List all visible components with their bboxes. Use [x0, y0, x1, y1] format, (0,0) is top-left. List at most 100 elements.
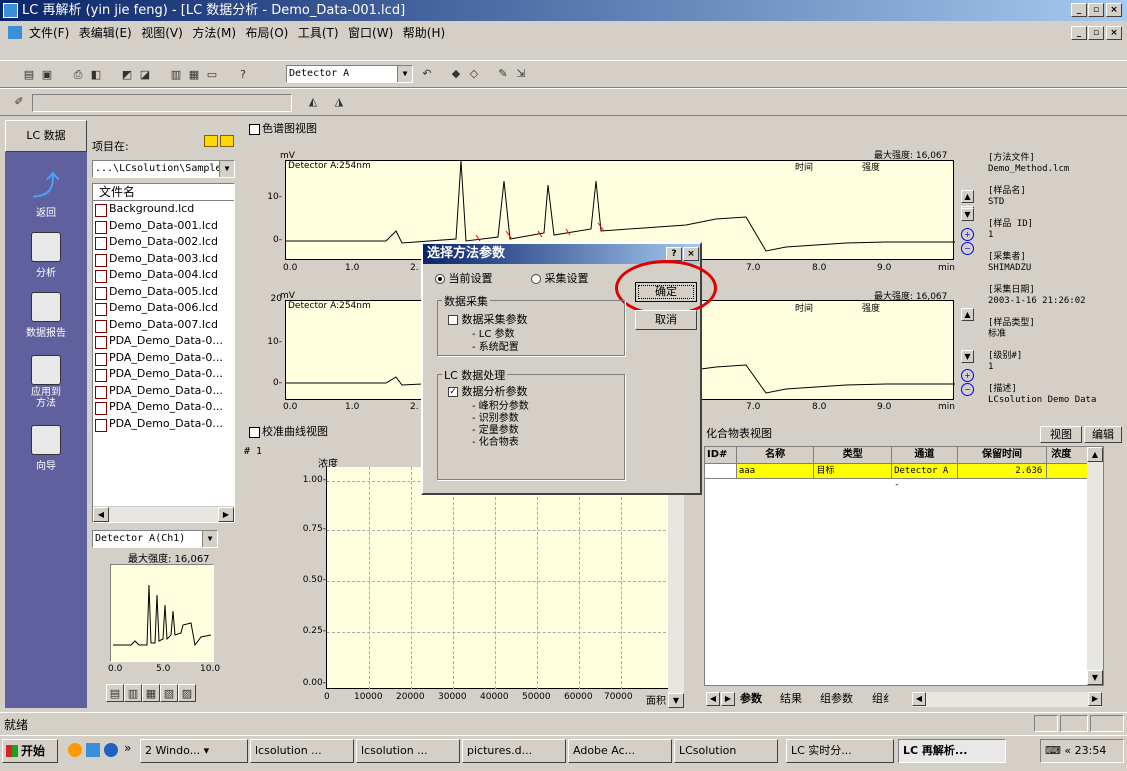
command-input[interactable]: [32, 94, 292, 112]
sidebar-item-report[interactable]: 数据报告: [5, 292, 87, 339]
zoom-in-icon[interactable]: +: [961, 369, 974, 382]
thumb-view-d-icon[interactable]: ▧: [160, 684, 178, 702]
analysis-tool-icon[interactable]: ◩: [118, 66, 136, 84]
thumb-view-b-icon[interactable]: ▥: [124, 684, 142, 702]
quicklaunch-b-icon[interactable]: [86, 743, 100, 757]
sidebar-item-analysis[interactable]: 分析: [5, 232, 87, 279]
task-windows-explorer[interactable]: 2 Windo... ▾: [140, 739, 248, 763]
file-list-item[interactable]: Demo_Data-006.lcd: [93, 300, 234, 317]
print-preview-icon[interactable]: ◧: [87, 66, 105, 84]
layout-c-icon[interactable]: ▭: [203, 66, 221, 84]
detector-channel-select[interactable]: Detector A(Ch1) ▼: [92, 530, 218, 548]
sidebar-item-return[interactable]: ⤴ 返回: [5, 172, 87, 220]
task-word-2[interactable]: lcsolution ...: [356, 739, 460, 763]
dialog-cancel-button[interactable]: 取消: [635, 310, 697, 330]
folder-up-icon[interactable]: [220, 135, 234, 147]
tab-group-parameters[interactable]: 组参数: [820, 690, 853, 708]
dialog-close-button[interactable]: ×: [683, 247, 699, 261]
file-list-item[interactable]: Demo_Data-005.lcd: [93, 284, 234, 301]
file-list-item[interactable]: Demo_Data-002.lcd: [93, 234, 234, 251]
dialog-help-button[interactable]: ?: [666, 247, 682, 261]
close-button[interactable]: ×: [1106, 3, 1122, 17]
file-list-item[interactable]: Demo_Data-003.lcd: [93, 251, 234, 268]
layout-b-icon[interactable]: ▦: [185, 66, 203, 84]
task-word-1[interactable]: lcsolution ...: [250, 739, 354, 763]
file-list-item[interactable]: PDA_Demo_Data-0...: [93, 399, 234, 416]
integrate-icon[interactable]: ◇: [465, 65, 483, 83]
start-button[interactable]: 开始: [2, 739, 58, 763]
horizontal-scrollbar[interactable]: ◀ ▶: [93, 506, 234, 522]
col-id[interactable]: ID#: [705, 447, 737, 463]
tab-prev-icon[interactable]: ◀: [706, 692, 720, 706]
file-list-item[interactable]: Demo_Data-001.lcd: [93, 218, 234, 235]
task-adobe[interactable]: Adobe Ac...: [568, 739, 672, 763]
task-lc-realtime[interactable]: LC 实时分...: [786, 739, 894, 763]
layout-a-icon[interactable]: ▥: [167, 66, 185, 84]
file-list-header[interactable]: 文件名: [93, 184, 234, 201]
file-list-item[interactable]: Background.lcd: [93, 201, 234, 218]
undo-icon[interactable]: ↶: [418, 65, 436, 83]
help-icon[interactable]: ?: [234, 66, 252, 84]
compound-edit-button[interactable]: 编辑: [1084, 426, 1122, 443]
file-list-item[interactable]: PDA_Demo_Data-0...: [93, 383, 234, 400]
minimize-button[interactable]: _: [1071, 3, 1087, 17]
scroll-down-icon[interactable]: ▼: [961, 208, 974, 221]
task-lcsolution[interactable]: LCsolution: [674, 739, 778, 763]
settings-icon[interactable]: ✎: [494, 65, 512, 83]
thumb-view-a-icon[interactable]: ▤: [106, 684, 124, 702]
file-list-item[interactable]: Demo_Data-004.lcd: [93, 267, 234, 284]
task-lc-reanalysis[interactable]: LC 再解析...: [898, 739, 1006, 763]
tabs-hscroll[interactable]: ◀ ▶: [912, 692, 1102, 707]
col-retention[interactable]: 保留时间: [958, 447, 1048, 463]
quicklaunch-c-icon[interactable]: [104, 743, 118, 757]
zoom-in-icon[interactable]: +: [961, 228, 974, 241]
compound-table-scrollbar[interactable]: ▲ ▼: [1087, 447, 1103, 685]
doc-minimize-button[interactable]: _: [1071, 26, 1087, 40]
report-tool-icon[interactable]: ◪: [136, 66, 154, 84]
menu-view[interactable]: 视图(V): [138, 22, 186, 44]
wizard-small-icon[interactable]: ✐: [10, 93, 28, 111]
tab-next-icon[interactable]: ▶: [721, 692, 735, 706]
task-word-3[interactable]: pictures.d...: [462, 739, 566, 763]
col-type[interactable]: 类型: [814, 447, 893, 463]
doc-restore-button[interactable]: ▫: [1088, 26, 1104, 40]
thumb-view-e-icon[interactable]: ▨: [178, 684, 196, 702]
scroll-down-icon[interactable]: ▼: [961, 350, 974, 363]
zoom-out-icon[interactable]: −: [961, 383, 974, 396]
menu-tools[interactable]: 工具(T): [295, 22, 342, 44]
col-name[interactable]: 名称: [737, 447, 815, 463]
col-channel[interactable]: 通道: [892, 447, 958, 463]
menu-help[interactable]: 帮助(H): [400, 22, 448, 44]
scroll-up-icon[interactable]: ▲: [961, 308, 974, 321]
scroll-up-icon[interactable]: ▲: [961, 190, 974, 203]
keyboard-icon[interactable]: ⌨: [1045, 744, 1061, 757]
tab-group[interactable]: 组纟: [872, 690, 894, 708]
restore-button[interactable]: ▫: [1088, 3, 1104, 17]
file-list-item[interactable]: PDA_Demo_Data-0...: [93, 366, 234, 383]
table-row[interactable]: aaa 目标 Detector A - 2.636: [705, 464, 1103, 490]
radio-collect-settings[interactable]: 采集设置: [531, 270, 589, 286]
quicklaunch-a-icon[interactable]: [68, 743, 82, 757]
detector-combo[interactable]: Detector A ▼: [286, 65, 413, 83]
file-list-item[interactable]: Demo_Data-007.lcd: [93, 317, 234, 334]
doc-close-button[interactable]: ×: [1106, 26, 1122, 40]
tool-b-icon[interactable]: ◮: [330, 93, 348, 111]
zoom-out-icon[interactable]: −: [961, 242, 974, 255]
path-combo[interactable]: ...\LCsolution\Sample ▼: [92, 160, 235, 178]
sidebar-item-apply-method[interactable]: 应用到 方法: [5, 355, 87, 409]
file-list-item[interactable]: PDA_Demo_Data-0...: [93, 416, 234, 433]
compound-view-button[interactable]: 视图: [1040, 426, 1082, 443]
peak-tool-icon[interactable]: ◆: [447, 65, 465, 83]
print-icon[interactable]: ⎙: [69, 66, 87, 84]
menu-layout[interactable]: 布局(O): [243, 22, 292, 44]
menu-window[interactable]: 窗口(W): [345, 22, 396, 44]
save-icon[interactable]: ▣: [38, 66, 56, 84]
file-list-item[interactable]: PDA_Demo_Data-0...: [93, 350, 234, 367]
tab-parameters[interactable]: 参数: [740, 690, 762, 708]
open-icon[interactable]: ▤: [20, 66, 38, 84]
sidebar-item-wizard[interactable]: 向导: [5, 425, 87, 472]
menu-method[interactable]: 方法(M): [189, 22, 239, 44]
menu-file[interactable]: 文件(F): [26, 22, 72, 44]
thumb-view-c-icon[interactable]: ▦: [142, 684, 160, 702]
file-list-item[interactable]: PDA_Demo_Data-0...: [93, 333, 234, 350]
